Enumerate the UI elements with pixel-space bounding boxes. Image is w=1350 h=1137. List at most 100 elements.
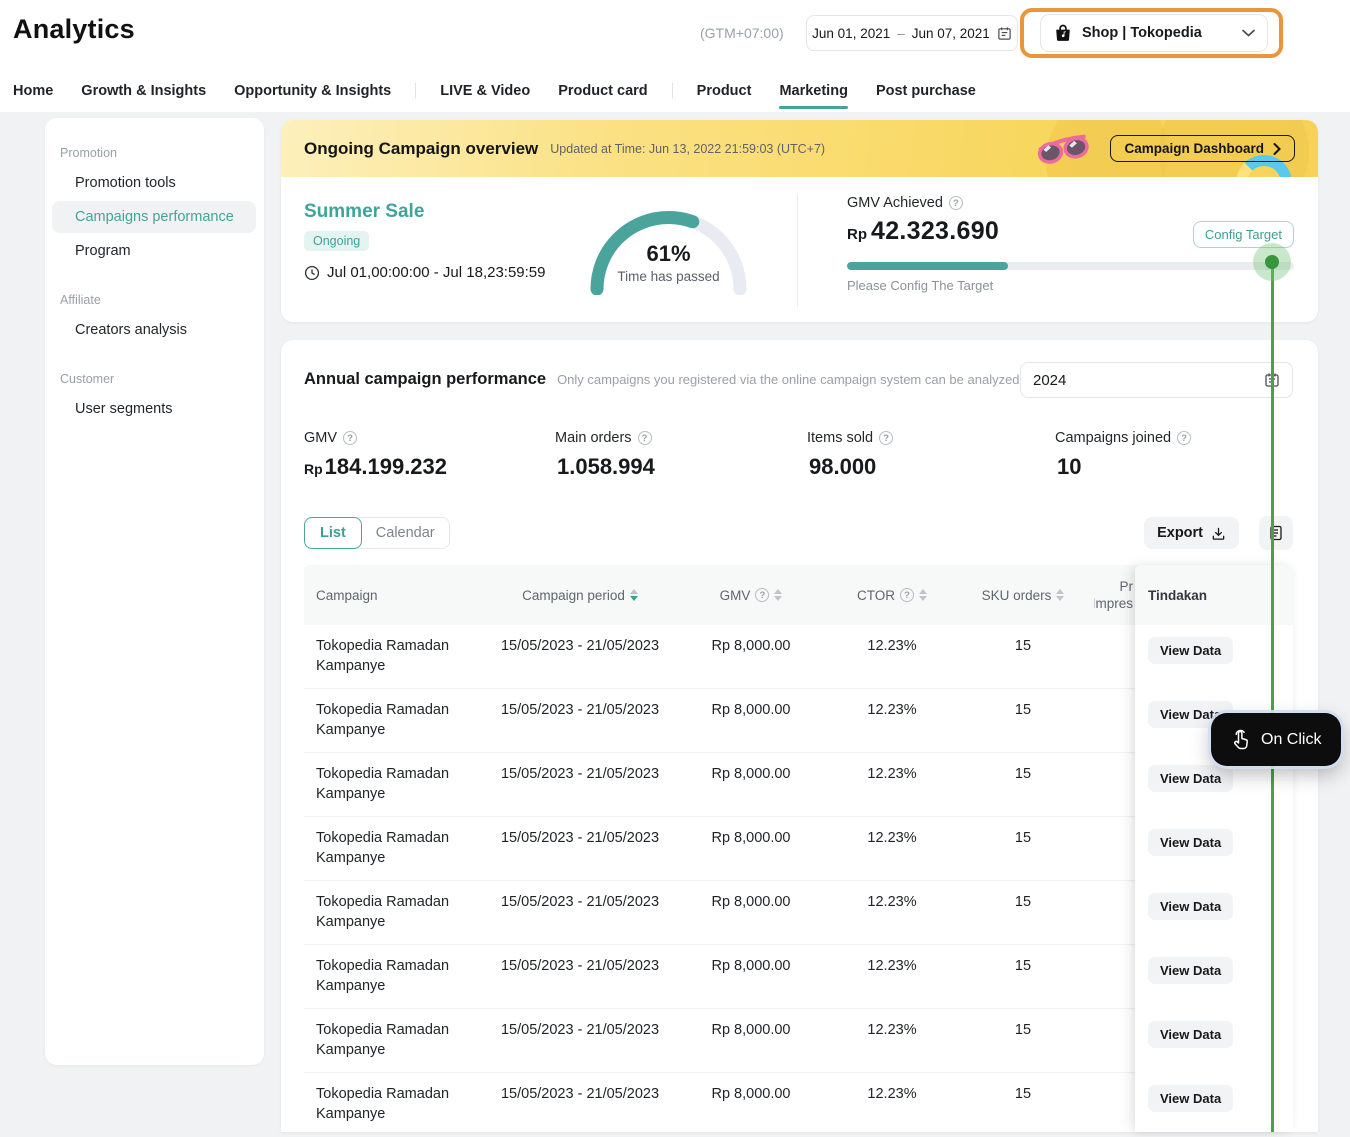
banner-updated-time: Updated at Time: Jun 13, 2022 21:59:03 (… — [550, 142, 825, 156]
cell-ctor: 12.23% — [832, 689, 952, 752]
config-target-note: Please Config The Target — [847, 278, 1294, 293]
metric-gmv: GMV? Rp184.199.232 — [304, 430, 555, 480]
col-sku-orders[interactable]: SKU orders — [952, 588, 1094, 603]
view-data-button[interactable]: View Data — [1148, 829, 1233, 856]
sidebar-section-promotion: Promotion — [60, 146, 264, 160]
cell-period: 15/05/2023 - 21/05/2023 — [490, 1073, 670, 1136]
gmv-progress-bar — [847, 262, 1294, 270]
tab-post-purchase[interactable]: Post purchase — [862, 70, 990, 112]
cell-ctor: 12.23% — [832, 817, 952, 880]
view-data-button[interactable]: View Data — [1148, 1021, 1233, 1048]
tab-product-card[interactable]: Product card — [544, 70, 661, 112]
tab-product[interactable]: Product — [683, 70, 766, 112]
sidebar-item-promotion-tools[interactable]: Promotion tools — [52, 167, 256, 199]
tab-opportunity-insights[interactable]: Opportunity & Insights — [220, 70, 405, 112]
cell-campaign-name: Tokopedia Ramadan Kampanye — [304, 753, 490, 816]
sidebar-item-campaigns-performance[interactable]: Campaigns performance — [52, 201, 256, 233]
top-bar: Analytics (GTM+07:00) Jun 01, 2021 – Jun… — [0, 0, 1350, 112]
shop-selector-label: Shop | Tokopedia — [1082, 25, 1202, 41]
action-column-panel: Tindakan View Data View Data View Data V… — [1135, 565, 1293, 1132]
sidebar-section-affiliate: Affiliate — [60, 293, 264, 307]
annual-subtitle: Only campaigns you registered via the on… — [557, 372, 1019, 387]
cell-ctor: 12.23% — [832, 1009, 952, 1072]
ongoing-campaign-card: Ongoing Campaign overview Updated at Tim… — [281, 120, 1318, 322]
cell-campaign-name: Tokopedia Ramadan Kampanye — [304, 881, 490, 944]
cell-campaign-name: Tokopedia Ramadan Kampanye — [304, 1009, 490, 1072]
help-icon[interactable]: ? — [755, 588, 769, 602]
calendar-view-button[interactable]: Calendar — [357, 517, 450, 549]
cell-campaign-name: Tokopedia Ramadan Kampanye — [304, 625, 490, 688]
cell-campaign-name: Tokopedia Ramadan Kampanye — [304, 1073, 490, 1136]
chevron-down-icon — [1242, 29, 1255, 37]
download-icon — [1211, 526, 1226, 541]
cell-sku-orders: 15 — [952, 945, 1094, 1008]
tab-marketing[interactable]: Marketing — [765, 70, 862, 112]
annual-performance-card: Annual campaign performance Only campaig… — [281, 340, 1318, 1132]
help-icon[interactable]: ? — [879, 431, 893, 445]
cell-campaign-name: Tokopedia Ramadan Kampanye — [304, 817, 490, 880]
col-ctor[interactable]: CTOR ? — [832, 588, 952, 603]
action-row: View Data — [1135, 817, 1293, 881]
list-view-button[interactable]: List — [304, 517, 362, 549]
tab-home[interactable]: Home — [13, 70, 67, 112]
metrics-row: GMV? Rp184.199.232 Main orders? 1.058.99… — [304, 430, 1191, 480]
metric-items-sold-value: 98.000 — [809, 454, 876, 480]
tab-live-video[interactable]: LIVE & Video — [426, 70, 544, 112]
nav-divider — [415, 83, 416, 99]
help-icon[interactable]: ? — [638, 431, 652, 445]
sidebar-item-user-segments[interactable]: User segments — [52, 393, 256, 425]
annual-title: Annual campaign performance — [304, 370, 546, 389]
view-data-button[interactable]: View Data — [1148, 957, 1233, 984]
year-selector[interactable]: 2024 — [1020, 362, 1293, 398]
report-list-button[interactable] — [1259, 516, 1293, 550]
metric-campaigns-joined-value: 10 — [1057, 454, 1081, 480]
vertical-divider — [797, 195, 798, 307]
view-toggle: List Calendar — [304, 517, 450, 549]
cell-sku-orders: 15 — [952, 1073, 1094, 1136]
metric-campaigns-joined: Campaigns joined? 10 — [1055, 430, 1191, 480]
config-target-button[interactable]: Config Target — [1193, 221, 1294, 248]
calendar-icon — [997, 26, 1012, 41]
cell-ctor: 12.23% — [832, 881, 952, 944]
help-icon[interactable]: ? — [900, 588, 914, 602]
sidebar-item-program[interactable]: Program — [52, 235, 256, 267]
date-range-separator: – — [897, 26, 905, 41]
action-row: View Data — [1135, 625, 1293, 689]
col-gmv[interactable]: GMV ? — [670, 588, 832, 603]
cell-sku-orders: 15 — [952, 817, 1094, 880]
clipboard-icon — [1269, 525, 1283, 541]
currency-prefix: Rp — [847, 226, 867, 243]
help-icon[interactable]: ? — [343, 431, 357, 445]
cell-gmv: Rp 8,000.00 — [670, 1073, 832, 1136]
help-icon[interactable]: ? — [1177, 431, 1191, 445]
date-range-picker[interactable]: Jun 01, 2021 – Jun 07, 2021 — [806, 15, 1018, 51]
export-button[interactable]: Export — [1144, 517, 1239, 549]
cell-campaign-name: Tokopedia Ramadan Kampanye — [304, 945, 490, 1008]
campaign-dashboard-button[interactable]: Campaign Dashboard — [1110, 135, 1295, 162]
action-row: View Data — [1135, 1073, 1293, 1137]
status-badge: Ongoing — [304, 231, 369, 251]
campaign-banner: Ongoing Campaign overview Updated at Tim… — [281, 120, 1318, 177]
col-campaign-period[interactable]: Campaign period — [490, 588, 670, 603]
cell-period: 15/05/2023 - 21/05/2023 — [490, 817, 670, 880]
view-data-button[interactable]: View Data — [1148, 765, 1233, 792]
shop-bag-icon — [1053, 23, 1073, 43]
help-icon[interactable]: ? — [949, 196, 963, 210]
sidebar-item-creators-analysis[interactable]: Creators analysis — [52, 314, 256, 346]
cell-gmv: Rp 8,000.00 — [670, 753, 832, 816]
gmv-achieved-label: GMV Achieved — [847, 195, 943, 211]
cell-gmv: Rp 8,000.00 — [670, 1009, 832, 1072]
gauge-percent: 61% — [581, 241, 756, 267]
gmv-achieved-value: 42.323.690 — [871, 217, 999, 246]
action-row: View Data — [1135, 881, 1293, 945]
cell-campaign-name: Tokopedia Ramadan Kampanye — [304, 689, 490, 752]
nav-divider — [672, 83, 673, 99]
metric-main-orders-value: 1.058.994 — [557, 454, 655, 480]
shop-selector-dropdown[interactable]: Shop | Tokopedia — [1040, 14, 1268, 52]
cell-ctor: 12.23% — [832, 945, 952, 1008]
view-data-button[interactable]: View Data — [1148, 1085, 1233, 1112]
view-data-button[interactable]: View Data — [1148, 893, 1233, 920]
view-data-button[interactable]: View Data — [1148, 637, 1233, 664]
campaign-name: Summer Sale — [304, 201, 546, 223]
tab-growth-insights[interactable]: Growth & Insights — [67, 70, 220, 112]
